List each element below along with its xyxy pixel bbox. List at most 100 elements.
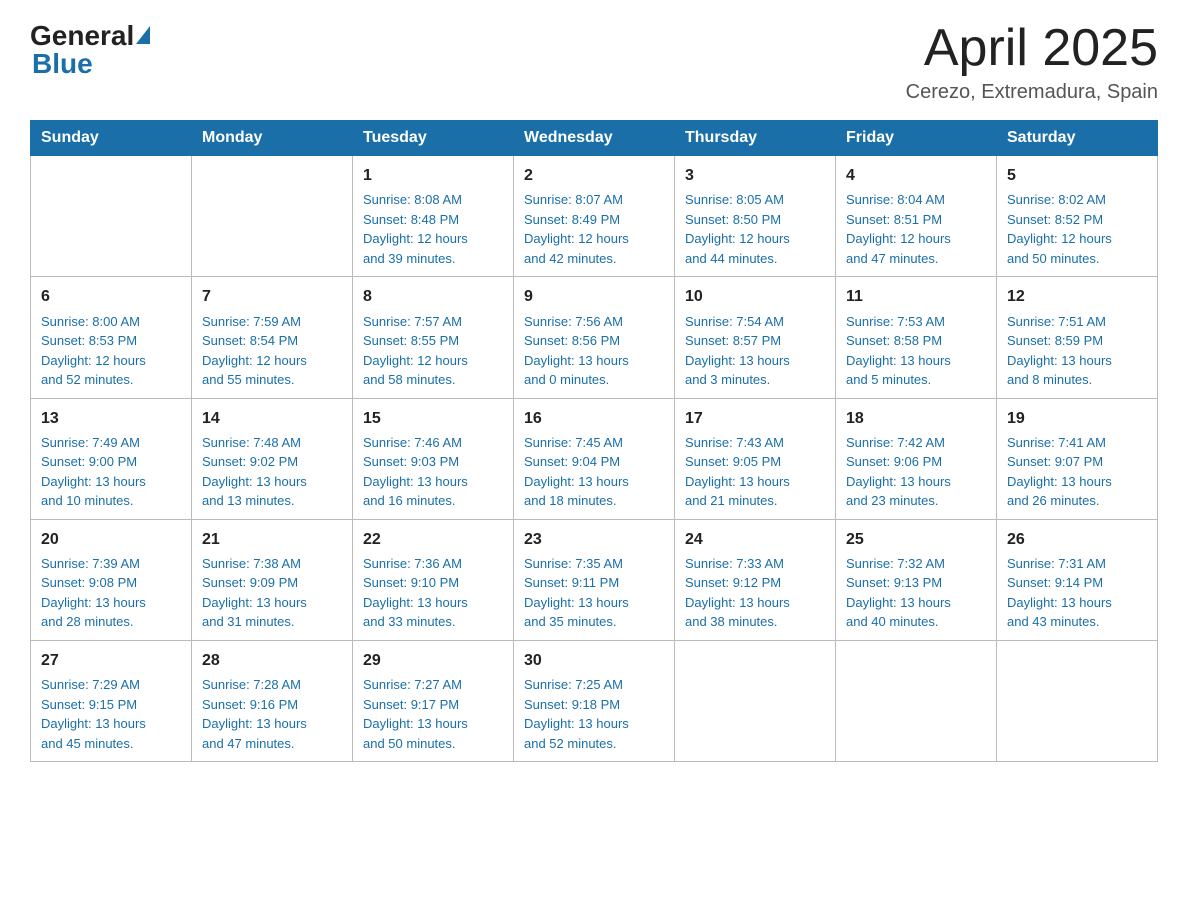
day-number: 28 (202, 649, 342, 672)
calendar-cell (997, 640, 1158, 761)
day-info: Sunrise: 7:25 AM Sunset: 9:18 PM Dayligh… (524, 675, 664, 753)
day-number: 1 (363, 164, 503, 187)
page-title: April 2025 (906, 20, 1158, 77)
calendar-cell (31, 156, 192, 277)
day-info: Sunrise: 7:27 AM Sunset: 9:17 PM Dayligh… (363, 675, 503, 753)
calendar-cell: 23Sunrise: 7:35 AM Sunset: 9:11 PM Dayli… (514, 519, 675, 640)
calendar-cell: 30 Sunrise: 7:25 AM Sunset: 9:18 PM Dayli… (514, 640, 675, 761)
calendar-cell: 15Sunrise: 7:46 AM Sunset: 9:03 PM Dayli… (353, 398, 514, 519)
day-info: Sunrise: 7:41 AM Sunset: 9:07 PM Dayligh… (1007, 433, 1147, 511)
calendar-cell: 16 Sunrise: 7:45 AM Sunset: 9:04 PM Dayli… (514, 398, 675, 519)
day-info: Sunrise: 7:29 AM Sunset: 9:15 PM Dayligh… (41, 675, 181, 753)
calendar-cell: 5 Sunrise: 8:02 AM Sunset: 8:52 PM Daylig… (997, 156, 1158, 277)
day-info: Sunrise: 7:56 AM Sunset: 8:56 PM Dayligh… (524, 312, 664, 390)
calendar-cell: 26Sunrise: 7:31 AM Sunset: 9:14 PM Dayli… (997, 519, 1158, 640)
logo-blue-text: Blue (32, 48, 93, 80)
logo-arrow-icon (136, 26, 150, 44)
calendar-cell: 7 Sunrise: 7:59 AM Sunset: 8:54 PM Daylig… (192, 277, 353, 398)
day-of-week-header: Tuesday (353, 121, 514, 156)
calendar-cell: 24 Sunrise: 7:33 AM Sunset: 9:12 PM Dayli… (675, 519, 836, 640)
day-info: Sunrise: 7:45 AM Sunset: 9:04 PM Dayligh… (524, 433, 664, 511)
day-number: 6 (41, 285, 181, 308)
day-info: Sunrise: 7:38 AM Sunset: 9:09 PM Dayligh… (202, 554, 342, 632)
calendar-cell: 21 Sunrise: 7:38 AM Sunset: 9:09 PM Dayli… (192, 519, 353, 640)
calendar-header-row: SundayMondayTuesdayWednesdayThursdayFrid… (31, 121, 1158, 156)
calendar-cell: 3Sunrise: 8:05 AM Sunset: 8:50 PM Daylig… (675, 156, 836, 277)
day-number: 10 (685, 285, 825, 308)
day-number: 25 (846, 528, 986, 551)
day-info: Sunrise: 7:32 AM Sunset: 9:13 PM Dayligh… (846, 554, 986, 632)
day-number: 24 (685, 528, 825, 551)
calendar-cell: 4 Sunrise: 8:04 AM Sunset: 8:51 PM Daylig… (836, 156, 997, 277)
day-number: 8 (363, 285, 503, 308)
day-number: 5 (1007, 164, 1147, 187)
day-number: 29 (363, 649, 503, 672)
calendar-cell (675, 640, 836, 761)
day-number: 9 (524, 285, 664, 308)
day-of-week-header: Friday (836, 121, 997, 156)
day-of-week-header: Sunday (31, 121, 192, 156)
day-info: Sunrise: 7:59 AM Sunset: 8:54 PM Dayligh… (202, 312, 342, 390)
calendar-cell: 28 Sunrise: 7:28 AM Sunset: 9:16 PM Dayli… (192, 640, 353, 761)
calendar-cell: 12Sunrise: 7:51 AM Sunset: 8:59 PM Dayli… (997, 277, 1158, 398)
day-info: Sunrise: 8:08 AM Sunset: 8:48 PM Dayligh… (363, 190, 503, 268)
day-info: Sunrise: 7:33 AM Sunset: 9:12 PM Dayligh… (685, 554, 825, 632)
day-info: Sunrise: 7:54 AM Sunset: 8:57 PM Dayligh… (685, 312, 825, 390)
day-info: Sunrise: 7:35 AM Sunset: 9:11 PM Dayligh… (524, 554, 664, 632)
day-number: 4 (846, 164, 986, 187)
day-of-week-header: Wednesday (514, 121, 675, 156)
calendar-cell: 8 Sunrise: 7:57 AM Sunset: 8:55 PM Daylig… (353, 277, 514, 398)
calendar-cell: 9 Sunrise: 7:56 AM Sunset: 8:56 PM Daylig… (514, 277, 675, 398)
title-block: April 2025 Cerezo, Extremadura, Spain (906, 20, 1158, 104)
calendar-cell: 1 Sunrise: 8:08 AM Sunset: 8:48 PM Daylig… (353, 156, 514, 277)
day-number: 20 (41, 528, 181, 551)
calendar-cell: 10 Sunrise: 7:54 AM Sunset: 8:57 PM Dayli… (675, 277, 836, 398)
calendar-cell (192, 156, 353, 277)
day-of-week-header: Saturday (997, 121, 1158, 156)
calendar-week-row: 27Sunrise: 7:29 AM Sunset: 9:15 PM Dayli… (31, 640, 1158, 761)
day-info: Sunrise: 7:46 AM Sunset: 9:03 PM Dayligh… (363, 433, 503, 511)
day-info: Sunrise: 7:43 AM Sunset: 9:05 PM Dayligh… (685, 433, 825, 511)
day-info: Sunrise: 7:42 AM Sunset: 9:06 PM Dayligh… (846, 433, 986, 511)
day-of-week-header: Monday (192, 121, 353, 156)
page-subtitle: Cerezo, Extremadura, Spain (906, 81, 1158, 104)
day-number: 18 (846, 407, 986, 430)
day-info: Sunrise: 7:36 AM Sunset: 9:10 PM Dayligh… (363, 554, 503, 632)
calendar-cell: 19 Sunrise: 7:41 AM Sunset: 9:07 PM Dayli… (997, 398, 1158, 519)
day-number: 2 (524, 164, 664, 187)
calendar-week-row: 13Sunrise: 7:49 AM Sunset: 9:00 PM Dayli… (31, 398, 1158, 519)
calendar-cell: 13Sunrise: 7:49 AM Sunset: 9:00 PM Dayli… (31, 398, 192, 519)
calendar-cell: 22Sunrise: 7:36 AM Sunset: 9:10 PM Dayli… (353, 519, 514, 640)
calendar-cell: 25 Sunrise: 7:32 AM Sunset: 9:13 PM Dayli… (836, 519, 997, 640)
calendar-week-row: 20 Sunrise: 7:39 AM Sunset: 9:08 PM Dayli… (31, 519, 1158, 640)
calendar-cell: 27Sunrise: 7:29 AM Sunset: 9:15 PM Dayli… (31, 640, 192, 761)
calendar-cell: 2Sunrise: 8:07 AM Sunset: 8:49 PM Daylig… (514, 156, 675, 277)
day-number: 12 (1007, 285, 1147, 308)
calendar-cell: 11Sunrise: 7:53 AM Sunset: 8:58 PM Dayli… (836, 277, 997, 398)
calendar-week-row: 1 Sunrise: 8:08 AM Sunset: 8:48 PM Daylig… (31, 156, 1158, 277)
day-number: 26 (1007, 528, 1147, 551)
day-number: 16 (524, 407, 664, 430)
calendar-week-row: 6 Sunrise: 8:00 AM Sunset: 8:53 PM Daylig… (31, 277, 1158, 398)
day-info: Sunrise: 7:28 AM Sunset: 9:16 PM Dayligh… (202, 675, 342, 753)
calendar-cell (836, 640, 997, 761)
day-info: Sunrise: 7:49 AM Sunset: 9:00 PM Dayligh… (41, 433, 181, 511)
day-info: Sunrise: 8:04 AM Sunset: 8:51 PM Dayligh… (846, 190, 986, 268)
day-number: 7 (202, 285, 342, 308)
page-header: General Blue April 2025 Cerezo, Extremad… (30, 20, 1158, 104)
day-info: Sunrise: 7:48 AM Sunset: 9:02 PM Dayligh… (202, 433, 342, 511)
day-number: 21 (202, 528, 342, 551)
day-number: 14 (202, 407, 342, 430)
day-number: 11 (846, 285, 986, 308)
day-number: 19 (1007, 407, 1147, 430)
day-info: Sunrise: 7:57 AM Sunset: 8:55 PM Dayligh… (363, 312, 503, 390)
day-info: Sunrise: 7:39 AM Sunset: 9:08 PM Dayligh… (41, 554, 181, 632)
day-info: Sunrise: 8:00 AM Sunset: 8:53 PM Dayligh… (41, 312, 181, 390)
day-info: Sunrise: 8:05 AM Sunset: 8:50 PM Dayligh… (685, 190, 825, 268)
calendar-cell: 20 Sunrise: 7:39 AM Sunset: 9:08 PM Dayli… (31, 519, 192, 640)
calendar-table: SundayMondayTuesdayWednesdayThursdayFrid… (30, 120, 1158, 762)
day-number: 17 (685, 407, 825, 430)
day-info: Sunrise: 8:02 AM Sunset: 8:52 PM Dayligh… (1007, 190, 1147, 268)
calendar-cell: 17 Sunrise: 7:43 AM Sunset: 9:05 PM Dayli… (675, 398, 836, 519)
day-number: 30 (524, 649, 664, 672)
